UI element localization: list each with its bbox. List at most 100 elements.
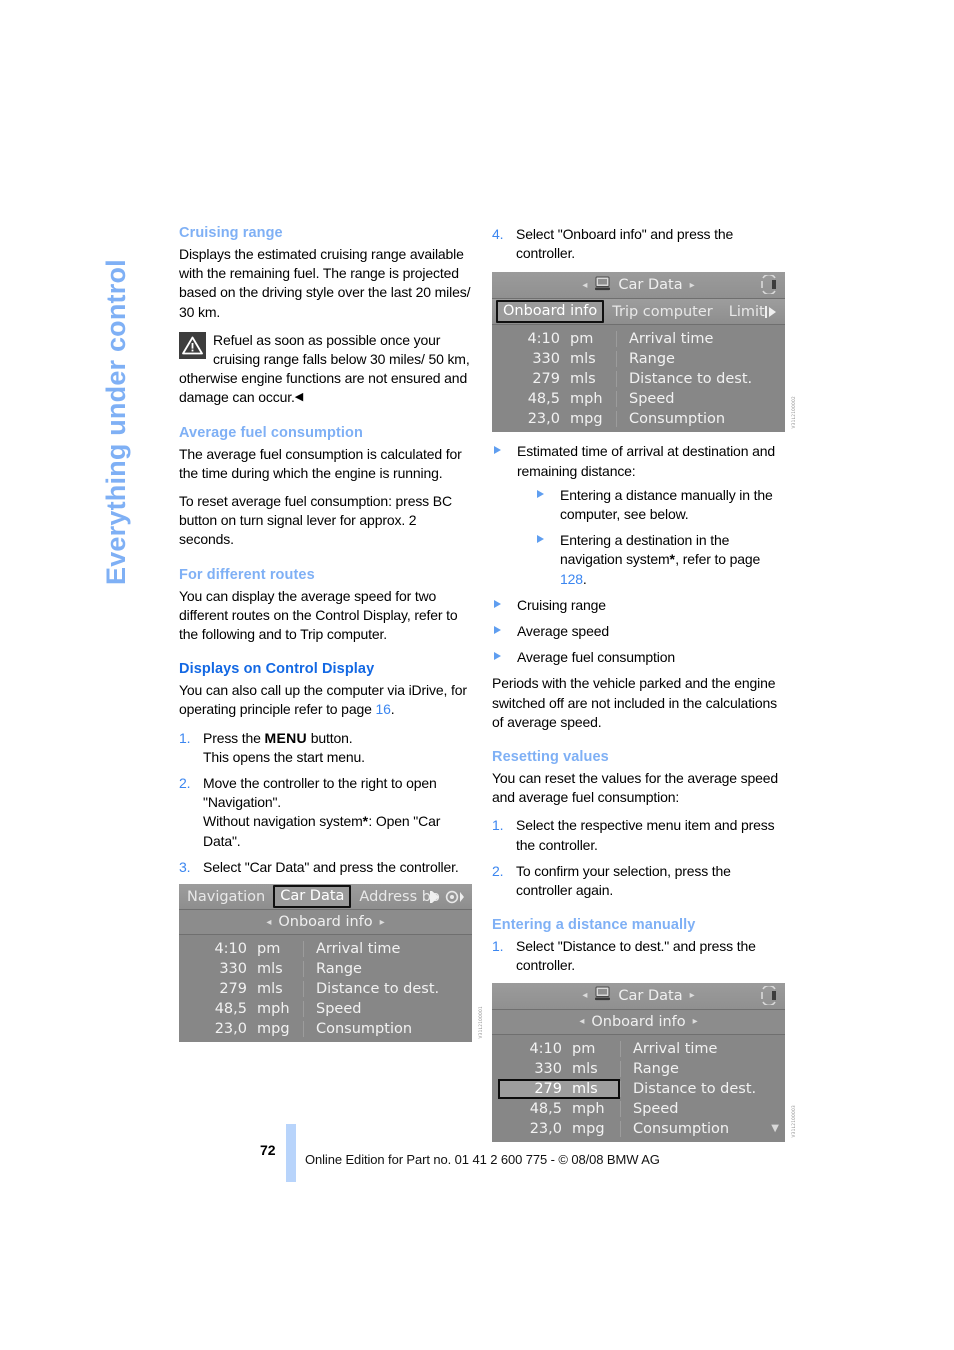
car-data-monitor-icon — [594, 986, 611, 1005]
submenu-right-arrow-icon[interactable]: ▸ — [693, 1016, 698, 1027]
step-text: Select "Car Data" and press the controll… — [203, 858, 459, 875]
idrive-tab-car-data[interactable]: Car Data — [273, 885, 352, 909]
idrive-tab-trip-computer[interactable]: Trip computer — [604, 304, 720, 320]
idrive-list-row[interactable]: 330 mls Range — [492, 349, 785, 369]
submenu-left-arrow-icon[interactable]: ◂ — [266, 917, 271, 928]
row-name: Arrival time — [616, 331, 779, 348]
page-reference-16[interactable]: 16 — [375, 701, 390, 717]
bullet-item: Estimated time of arrival at destination… — [492, 442, 785, 588]
page-reference-128[interactable]: 128 — [560, 571, 583, 587]
idrive-list-row[interactable]: 48,5 mph Speed — [179, 999, 472, 1019]
title-right-arrow-icon[interactable]: ▸ — [690, 280, 695, 291]
paragraph-afc-1: The average fuel consumption is calculat… — [179, 445, 462, 481]
menu-key-label: MENU — [264, 729, 307, 746]
idrive-submenu-onboard-info[interactable]: Onboard info — [278, 914, 372, 930]
paragraph-cruising-range: Displays the estimated cruising range av… — [179, 246, 471, 320]
row-name: Consumption — [616, 411, 779, 428]
row-value: 23,0 — [527, 411, 560, 428]
idrive-title-bar: ◂ Car Data ▸ — [492, 272, 785, 300]
heading-average-fuel-consumption: Average fuel consumption — [179, 424, 363, 441]
figure-caption-id: V31L2100001 — [478, 1005, 483, 1039]
row-value: 23,0 — [214, 1021, 247, 1038]
steps-displays-on-control-display: 1. Press the MENU button. This opens the… — [179, 729, 472, 877]
bullet-item: Cruising range — [492, 596, 785, 615]
bullet-subitem: Entering a destination in the navigation… — [535, 531, 785, 589]
idrive-list-row[interactable]: 48,5 mph Speed — [492, 389, 785, 409]
submenu-left-arrow-icon[interactable]: ◂ — [579, 1016, 584, 1027]
idrive-value-list: 4:10 pm Arrival time 330 mls Range 279 mls … — [492, 1034, 785, 1142]
step-item: 2. To confirm your selection, press the … — [492, 862, 785, 900]
idrive-tab-onboard-info[interactable]: Onboard info — [496, 300, 605, 324]
triangle-bullet-icon — [537, 489, 544, 498]
step-text: Select "Distance to dest." and press the… — [516, 938, 756, 974]
row-name: Arrival time — [620, 1040, 779, 1057]
idrive-list-row[interactable]: 48,5 mph Speed — [492, 1099, 785, 1119]
title-right-arrow-icon[interactable]: ▸ — [690, 990, 695, 1001]
idrive-list-row[interactable]: 330 mls Range — [492, 1059, 785, 1079]
idrive-tab-navigation[interactable]: Navigation — [179, 889, 273, 905]
side-running-head-label: Everything under control — [101, 259, 131, 585]
left-column: Cruising range Displays the estimated cr… — [179, 225, 483, 1043]
step-text-line2-a: Without navigation system — [203, 813, 363, 830]
row-unit: mph — [257, 1001, 290, 1018]
idrive-list-row-selected[interactable]: 279 mls Distance to dest. — [492, 1078, 785, 1099]
paragraph-for-different-routes: You can display the average speed for tw… — [179, 587, 458, 643]
figure-caption-id: V31L2100003 — [791, 1105, 796, 1138]
idrive-list-row[interactable]: 279 mls Distance to dest. — [492, 369, 785, 389]
steps-resetting-values: 1. Select the respective menu item and p… — [492, 816, 785, 900]
step-item: 3. Select "Car Data" and press the contr… — [179, 858, 472, 877]
idrive-list-row[interactable]: 23,0 mpg Consumption — [492, 409, 785, 429]
row-name: Speed — [620, 1100, 779, 1117]
step-item: 1. Select the respective menu item and p… — [492, 816, 785, 854]
warning-note-text: Refuel as soon as possible once your cru… — [179, 331, 470, 406]
paragraph-bullets-closing: Periods with the vehicle parked and the … — [492, 675, 778, 730]
row-name: Consumption — [303, 1021, 466, 1038]
row-unit: pm — [570, 331, 594, 348]
row-unit: mls — [572, 1060, 598, 1077]
idrive-list-row[interactable]: 279 mls Distance to dest. — [179, 979, 472, 999]
title-left-arrow-icon[interactable]: ◂ — [582, 280, 587, 291]
row-name: Distance to dest. — [616, 371, 779, 388]
idrive-list-row[interactable]: 4:10 pm Arrival time — [179, 939, 472, 959]
step-item: 1. Press the MENU button. This opens the… — [179, 729, 472, 767]
row-unit: pm — [257, 941, 281, 958]
idrive-list-row[interactable]: 4:10 pm Arrival time — [492, 1039, 785, 1059]
row-name: Range — [620, 1060, 779, 1077]
idrive-list-row[interactable]: 23,0 mpg Consumption — [179, 1019, 472, 1039]
row-unit: mls — [570, 371, 596, 388]
triangle-bullet-icon — [494, 599, 501, 608]
title-left-arrow-icon[interactable]: ◂ — [582, 990, 587, 1001]
displays-intro-text-a: You can also call up the computer via iD… — [179, 682, 467, 718]
paragraph-afc-2: To reset average fuel consumption: press… — [179, 493, 452, 548]
step-item: 2. Move the controller to the right to o… — [179, 774, 472, 851]
idrive-controller-icon — [759, 984, 779, 1009]
idrive-value-list: 4:10 pm Arrival time 330 mls Range 279 m… — [492, 325, 785, 433]
side-running-head: Everything under control — [101, 225, 160, 585]
heading-displays-on-control-display: Displays on Control Display — [179, 661, 375, 678]
submenu-right-arrow-icon[interactable]: ▸ — [380, 917, 385, 928]
step-number: 1. — [492, 817, 504, 834]
page-number: 72 — [260, 1142, 276, 1158]
step-text: To confirm your selection, press the con… — [516, 862, 731, 899]
row-value: 4:10 — [529, 1040, 562, 1057]
scroll-down-arrow-icon[interactable]: ▼ — [771, 1123, 779, 1134]
row-name: Distance to dest. — [303, 981, 466, 998]
step-number: 2. — [179, 775, 191, 792]
step-number: 3. — [179, 858, 191, 875]
bullet-text: Estimated time of arrival at destination… — [517, 443, 775, 479]
row-name: Arrival time — [303, 941, 466, 958]
idrive-submenu-onboard-info[interactable]: Onboard info — [591, 1014, 685, 1030]
idrive-tabbar: Navigation Car Data Address bo — [179, 884, 472, 911]
tabbar-right-arrow-icon[interactable] — [765, 304, 779, 323]
row-unit: mph — [572, 1100, 605, 1117]
footer-text: Online Edition for Part no. 01 41 2 600 … — [305, 1152, 660, 1167]
triangle-bullet-icon — [494, 626, 501, 635]
idrive-list-row[interactable]: 4:10 pm Arrival time — [492, 329, 785, 349]
row-unit: mls — [257, 981, 283, 998]
step-text: Move the controller to the right to open… — [203, 775, 437, 811]
row-value: 48,5 — [214, 1001, 247, 1018]
idrive-list-row[interactable]: 330 mls Range — [179, 959, 472, 979]
idrive-list-row[interactable]: 23,0 mpg Consumption ▼ — [492, 1119, 785, 1139]
bullet-text: Average fuel consumption — [517, 649, 676, 666]
triangle-bullet-icon — [494, 446, 501, 455]
